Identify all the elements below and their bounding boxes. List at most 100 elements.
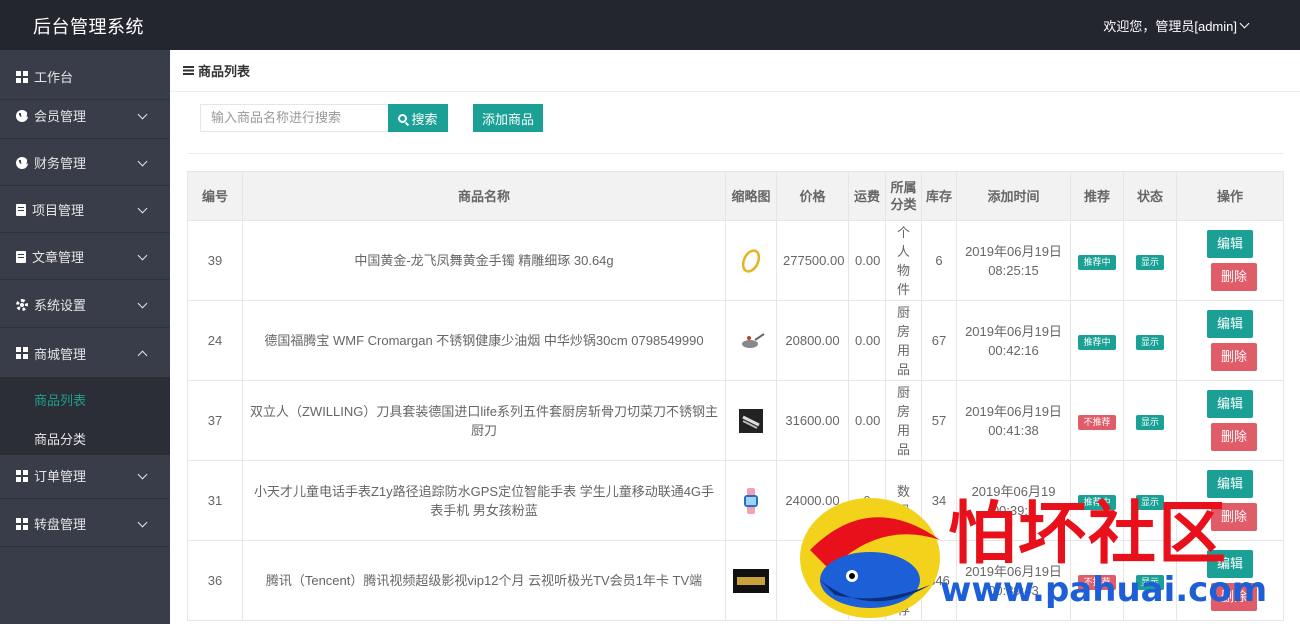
status-badge[interactable]: 显示 [1135,335,1164,350]
time-text: 00:41:38 [988,422,1039,438]
delete-button[interactable]: 删除 [1211,263,1257,291]
cell-status: 显示 [1123,300,1177,381]
sidebar-item-label: 文章管理 [32,250,85,265]
time-text: 08:25:15 [988,262,1039,278]
sidebar-item-finance[interactable]: 财务管理 [0,140,170,186]
product-thumbnail[interactable] [732,565,770,597]
edit-button[interactable]: 编辑 [1207,390,1253,418]
chevron-down-icon [137,156,148,167]
chevron-down-icon [137,203,148,214]
list-icon [183,66,194,75]
delete-button[interactable]: 删除 [1211,343,1257,371]
cell-price: 20800.00 [776,300,849,381]
date-text: 2019年06月19日 [965,323,1062,339]
col-header-id: 编号 [187,171,243,221]
gear-icon [16,298,28,311]
cell-category: 数码 [885,460,922,541]
table-row: 24 德国福腾宝 WMF Cromargan 不锈钢健康少油烟 中华炒锅30cm… [187,300,1284,381]
sidebar-item-settings[interactable]: 系统设置 [0,282,170,328]
user-menu[interactable]: 欢迎您，管理员[admin] [1103,16,1250,35]
cell-actions: 编辑 删除 [1176,380,1284,461]
watermark-text: 怕坏社区 [948,494,1229,574]
sidebar-subitem-label: 商品列表 [34,393,87,408]
smart-watch-icon [744,487,758,514]
table-row: 39 中国黄金-龙飞凤舞黄金手镯 精雕细琢 30.64g 277500.00 0… [187,220,1284,301]
cell-freight: 0 [848,460,886,541]
sidebar-item-members[interactable]: 会员管理 [0,93,170,139]
yen-circle-icon [16,156,29,169]
cell-thumb [725,380,777,461]
cell-thumb [725,460,777,541]
sidebar-item-mall[interactable]: 商城管理 [0,330,170,376]
cell-name: 中国黄金-龙飞凤舞黄金手镯 精雕细琢 30.64g [242,220,726,301]
product-thumbnail[interactable] [735,325,767,357]
col-header-recommend: 推荐 [1070,171,1124,221]
file-icon [16,250,26,263]
cell-freight: 0.00 [848,300,886,381]
sidebar-item-label: 项目管理 [32,203,85,218]
col-header-actions: 操作 [1176,171,1284,221]
cell-status: 显示 [1123,380,1177,461]
search-input[interactable]: 输入商品名称进行搜索 [200,104,388,132]
divider [187,153,1284,154]
status-badge[interactable]: 显示 [1135,255,1164,270]
cell-id: 39 [187,220,243,301]
edit-button[interactable]: 编辑 [1207,310,1253,338]
recommend-badge[interactable]: 不推荐 [1078,415,1116,430]
document-icon [16,203,26,216]
sidebar-item-label: 财务管理 [34,156,87,171]
sidebar-subitem-label: 商品分类 [34,432,87,447]
search-button[interactable]: 搜索 [388,104,448,132]
cell-stock: 57 [921,380,957,461]
product-thumbnail[interactable] [735,485,767,517]
date-text: 2019年06月19日 [965,243,1062,259]
cell-date: 2019年06月19日 08:25:15 [956,220,1071,301]
cell-date: 2019年06月19日 00:41:38 [956,380,1071,461]
product-thumbnail[interactable] [735,405,767,437]
sidebar-item-label: 系统设置 [34,298,87,313]
sidebar-item-projects[interactable]: 项目管理 [0,187,170,233]
edit-button[interactable]: 编辑 [1207,230,1253,258]
cell-freight: 0.00 [848,380,886,461]
cell-freight: 0.00 [848,220,886,301]
grid-icon [16,347,28,359]
sidebar-item-orders[interactable]: 订单管理 [0,453,170,499]
cell-price: 1 [776,540,849,621]
grid-icon [16,517,28,530]
cell-name: 双立人（ZWILLING）刀具套装德国进口life系列五件套厨房斩骨刀切菜刀不锈… [242,380,726,461]
recommend-badge[interactable]: 推荐中 [1078,335,1116,350]
product-thumbnail[interactable] [735,245,767,277]
delete-button[interactable]: 删除 [1211,423,1257,451]
time-text: 00:42:16 [988,342,1039,358]
recommend-badge[interactable]: 推荐中 [1078,255,1116,270]
chevron-down-icon [137,298,148,309]
chevron-down-icon [137,250,148,261]
cell-actions: 编辑 删除 [1176,220,1284,301]
date-text: 2019年06月19日 [965,403,1062,419]
chevron-down-icon [137,469,148,480]
grid-icon [16,70,28,83]
sidebar-subitem-product-list[interactable]: 商品列表 [0,380,170,419]
cell-actions: 编辑 删除 [1176,300,1284,381]
cell-recommend: 推荐中 [1070,300,1124,381]
cell-date: 2019年06月19日 00:42:16 [956,300,1071,381]
add-product-button[interactable]: 添加商品 [473,104,543,132]
page-title: 商品列表 [198,64,251,79]
sidebar-item-label: 订单管理 [34,469,87,484]
app-title: 后台管理系统 [33,17,144,37]
chevron-down-icon [1239,18,1250,29]
sidebar-item-label: 会员管理 [34,109,87,124]
cell-id: 37 [187,380,243,461]
status-badge[interactable]: 显示 [1135,415,1164,430]
sidebar-item-wheel[interactable]: 转盘管理 [0,501,170,547]
cell-recommend: 推荐中 [1070,220,1124,301]
table-header-row: 编号 商品名称 缩略图 价格 运费 所属分类 库存 添加时间 推荐 状态 操作 [187,171,1284,221]
sidebar-item-articles[interactable]: 文章管理 [0,234,170,280]
cell-freight [848,540,886,621]
chevron-down-icon [137,109,148,120]
cell-category: 厨房用品 [885,380,922,461]
sidebar-item-label: 商城管理 [34,346,87,362]
col-header-date: 添加时间 [956,171,1071,221]
search-icon [398,113,408,123]
top-header: 后台管理系统 欢迎您，管理员[admin] [0,0,1300,50]
